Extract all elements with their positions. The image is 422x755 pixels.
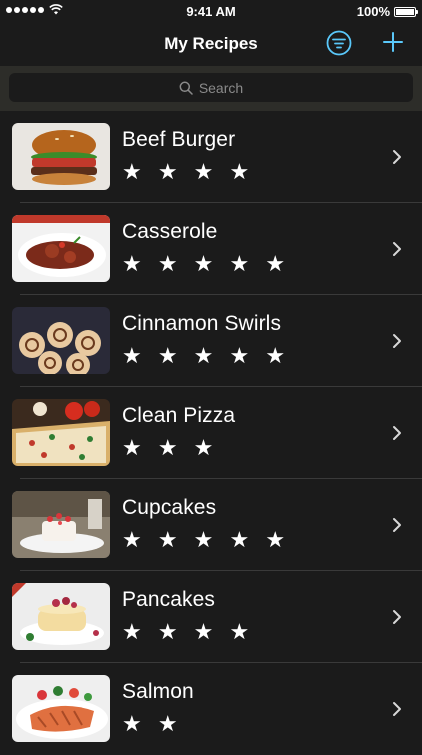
chevron-right-icon (393, 702, 401, 716)
recipe-name: Cinnamon Swirls (122, 312, 282, 335)
recipe-row-salmon[interactable]: Salmon ★ ★ (0, 663, 422, 755)
recipe-row-cinnamon-swirls[interactable]: Cinnamon Swirls ★ ★ ★ ★ ★ (0, 295, 422, 387)
recipe-name: Casserole (122, 220, 218, 243)
recipe-row-clean-pizza[interactable]: Clean Pizza ★ ★ ★ (0, 387, 422, 479)
recipe-name: Salmon (122, 680, 194, 703)
search-input[interactable]: Search (9, 73, 413, 102)
chevron-right-icon (393, 150, 401, 164)
star-rating: ★ ★ ★ (122, 435, 219, 460)
recipe-thumbnail (12, 123, 110, 190)
star-rating: ★ ★ (122, 711, 183, 736)
chevron-right-icon (393, 334, 401, 348)
search-bar: Search (0, 66, 422, 111)
chevron-right-icon (393, 242, 401, 256)
navigation-bar: My Recipes (0, 22, 422, 66)
recipe-row-cupcakes[interactable]: Cupcakes ★ ★ ★ ★ ★ (0, 479, 422, 571)
battery-percent: 100% (356, 4, 390, 19)
recipe-name: Clean Pizza (122, 404, 236, 427)
recipe-row-pancakes[interactable]: Pancakes ★ ★ ★ ★ (0, 571, 422, 663)
battery-icon (394, 6, 418, 17)
status-bar: 9:41 AM 100% (0, 0, 422, 22)
recipe-row-beef-burger[interactable]: Beef Burger ★ ★ ★ ★ (0, 111, 422, 203)
star-rating: ★ ★ ★ ★ (122, 619, 255, 644)
plus-icon[interactable] (381, 30, 405, 54)
search-icon (179, 81, 193, 95)
page-title: My Recipes (164, 34, 258, 53)
recipe-thumbnail (12, 491, 110, 558)
search-placeholder: Search (198, 79, 244, 96)
recipe-row-casserole[interactable]: Casserole ★ ★ ★ ★ ★ (0, 203, 422, 295)
chevron-right-icon (393, 610, 401, 624)
recipe-list: Beef Burger ★ ★ ★ ★ Casserole ★ ★ ★ ★ ★ (0, 111, 422, 755)
battery-group: 100% (356, 4, 418, 19)
recipe-thumbnail (12, 307, 110, 374)
recipe-name: Cupcakes (122, 496, 217, 519)
chevron-right-icon (393, 518, 401, 532)
chevron-right-icon (393, 426, 401, 440)
recipe-name: Pancakes (122, 588, 216, 611)
recipe-thumbnail (12, 215, 110, 282)
star-rating: ★ ★ ★ ★ ★ (122, 343, 291, 368)
recipe-thumbnail (12, 583, 110, 650)
star-rating: ★ ★ ★ ★ (122, 159, 255, 184)
recipe-thumbnail (12, 675, 110, 742)
recipe-thumbnail (12, 399, 110, 466)
filter-icon[interactable] (326, 30, 352, 56)
star-rating: ★ ★ ★ ★ ★ (122, 251, 291, 276)
star-rating: ★ ★ ★ ★ ★ (122, 527, 291, 552)
recipe-name: Beef Burger (122, 128, 236, 151)
